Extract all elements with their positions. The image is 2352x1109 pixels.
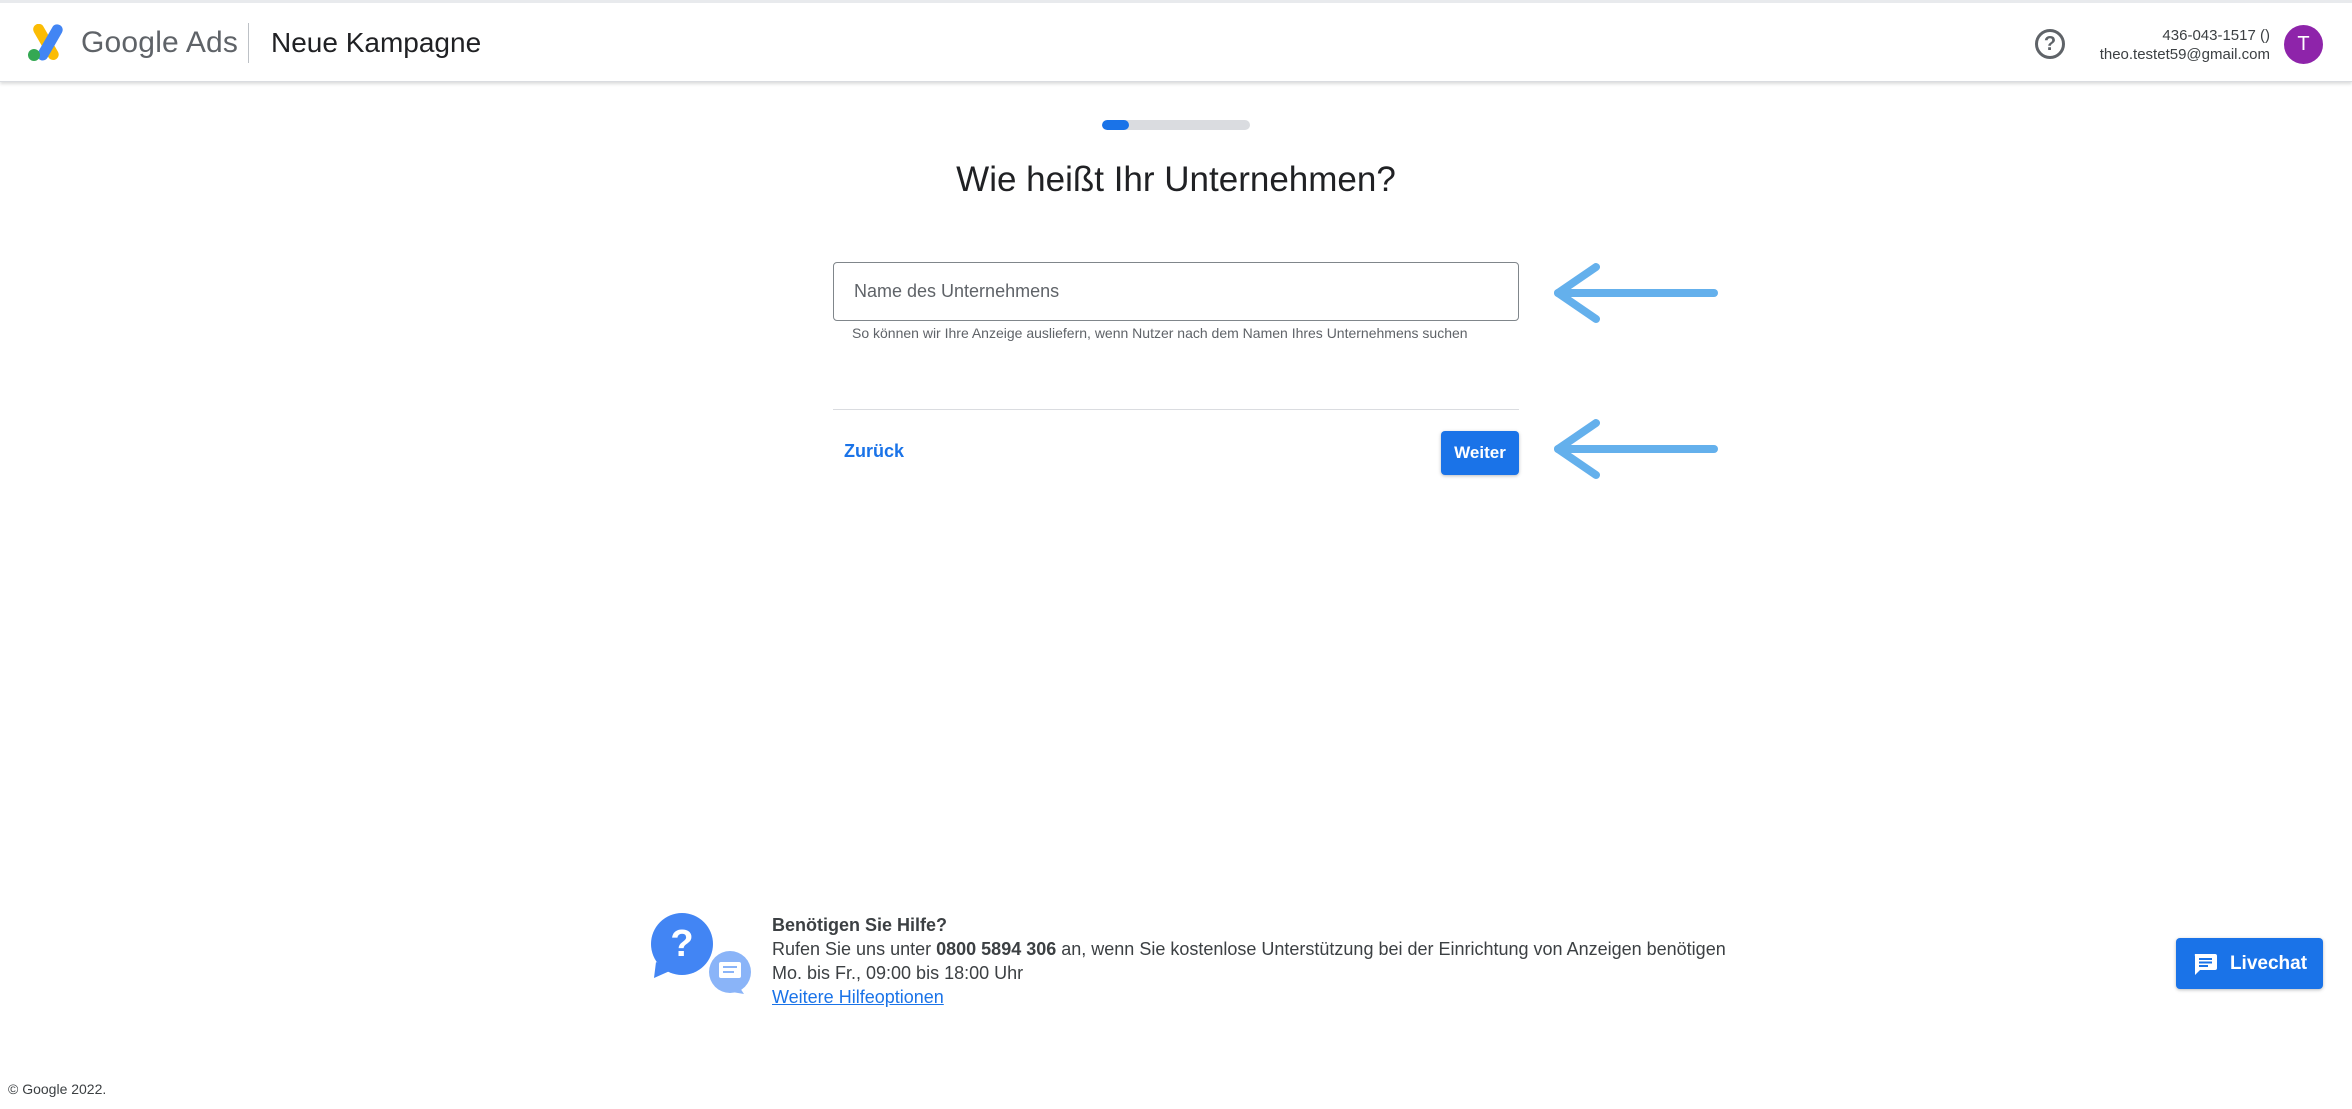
next-button[interactable]: Weiter — [1441, 431, 1519, 475]
copyright: © Google 2022. — [8, 1081, 107, 1097]
account-info[interactable]: 436-043-1517 () theo.testet59@gmail.com — [2100, 26, 2270, 64]
help-phone-prefix: Rufen Sie uns unter — [772, 939, 932, 959]
progress-bar — [1102, 120, 1250, 130]
brand-name: Google Ads — [81, 26, 239, 59]
avatar[interactable]: T — [2284, 25, 2323, 64]
back-button[interactable]: Zurück — [844, 438, 904, 464]
account-email: theo.testet59@gmail.com — [2099, 46, 2270, 63]
help-phone-suffix: an, wenn Sie kostenlose Unterstützung be… — [1061, 939, 1726, 959]
business-name-field[interactable] — [833, 262, 1519, 321]
help-phone-number: 0800 5894 306 — [936, 939, 1057, 959]
help-hours: Mo. bis Fr., 09:00 bis 18:00 Uhr — [772, 963, 1024, 983]
annotation-arrow-icon — [1554, 419, 1718, 479]
more-help-options-link[interactable]: Weitere Hilfeoptionen — [772, 987, 944, 1007]
help-title: Benötigen Sie Hilfe? — [772, 915, 948, 935]
livechat-button[interactable]: Livechat — [2176, 938, 2323, 989]
google-ads-logo-icon[interactable] — [27, 24, 69, 62]
account-id: 436-043-1517 () — [2162, 27, 2270, 44]
top-app-bar: Google Ads Neue Kampagne ? 436-043-1517 … — [0, 0, 2352, 82]
help-section: Benötigen Sie Hilfe? Rufen Sie uns unter… — [772, 913, 1726, 1009]
form-divider — [833, 409, 1519, 410]
svg-text:?: ? — [670, 923, 693, 965]
annotation-arrow-icon — [1554, 263, 1718, 323]
page-title: Neue Kampagne — [271, 27, 482, 58]
help-circle-icon[interactable]: ? — [2035, 29, 2065, 59]
help-chat-bubbles-icon: ? — [651, 913, 751, 994]
business-name-hint: So können wir Ihre Anzeige ausliefern, w… — [852, 325, 1468, 341]
header-divider — [248, 23, 249, 63]
livechat-label: Livechat — [2229, 952, 2308, 974]
help-phone-line: Rufen Sie uns unter 0800 5894 306 an, we… — [772, 937, 1726, 961]
business-name-input[interactable] — [834, 263, 1518, 320]
progress-bar-fill — [1102, 120, 1129, 130]
chat-icon — [2194, 953, 2217, 975]
question-heading: Wie heißt Ihr Unternehmen? — [956, 160, 1396, 199]
